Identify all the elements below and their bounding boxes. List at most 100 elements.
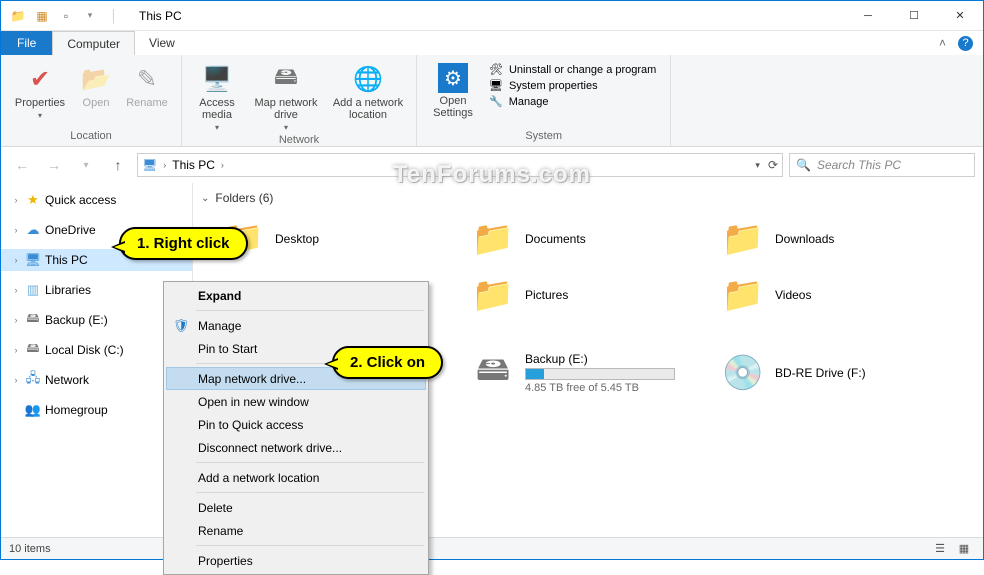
drive-icon: 🖴	[471, 351, 515, 395]
refresh-button[interactable]: ⟳	[768, 158, 778, 172]
ctx-open-new-window[interactable]: Open in new window	[166, 390, 426, 413]
access-media-button[interactable]: 🖥️ Access media ▾	[190, 59, 244, 132]
properties-button[interactable]: ✔ Properties ▾	[9, 59, 71, 120]
help-icon[interactable]: ?	[958, 36, 973, 51]
ribbon-group-location: ✔ Properties ▾ 📂 Open ✎ Rename Location	[1, 55, 182, 146]
ctx-add-network-location[interactable]: Add a network location	[166, 466, 426, 489]
add-network-location-button[interactable]: 🌐 Add a network location	[328, 59, 408, 121]
rename-button: ✎ Rename	[121, 59, 173, 109]
separator	[196, 462, 424, 463]
open-icon: 📂	[80, 63, 112, 95]
ctx-manage[interactable]: 🛡Manage	[166, 314, 426, 337]
map-network-drive-button[interactable]: 🖴 Map network drive ▾	[246, 59, 326, 132]
status-bar: 10 items ☰ ▦	[1, 537, 983, 559]
manage-button[interactable]: 🔧Manage	[489, 95, 656, 108]
title-bar: 📁 ▦ ▫ ▾ │ This PC ─ ☐ ✕	[1, 1, 983, 31]
recent-locations-button[interactable]: ▾	[73, 152, 99, 178]
drive-icon: 🖴	[25, 312, 41, 328]
search-icon: 🔍	[796, 158, 811, 172]
ribbon-group-system: ⚙ Open Settings 🛠Uninstall or change a p…	[417, 55, 671, 146]
qat-dropdown-icon[interactable]: ▾	[79, 5, 101, 27]
ribbon-tabs: File Computer View ˄ ?	[1, 31, 983, 55]
window-title: This PC	[139, 9, 182, 23]
forward-button[interactable]: →	[41, 152, 67, 178]
details-view-button[interactable]: ☰	[929, 540, 951, 558]
drive-tile-backup[interactable]: 🖴 Backup (E:) 4.85 TB free of 5.45 TB	[471, 347, 711, 399]
add-location-icon: 🌐	[352, 63, 384, 95]
address-bar[interactable]: 🖥 › This PC › ▾ ⟳	[137, 153, 783, 177]
ctx-pin-quick-access[interactable]: Pin to Quick access	[166, 413, 426, 436]
nav-quick-access[interactable]: ›★Quick access	[1, 189, 192, 211]
monitor-icon: 🖥	[25, 252, 41, 268]
folder-icon: 📁	[721, 273, 765, 317]
folder-tile-videos[interactable]: 📁Videos	[721, 269, 961, 321]
callout-click-on: 2. Click on	[332, 346, 443, 379]
separator	[196, 545, 424, 546]
chevron-right-icon[interactable]: ›	[221, 160, 224, 170]
system-properties-icon: 🖥	[489, 79, 503, 92]
disc-icon: 💿	[721, 351, 765, 395]
folder-icon: 📁	[471, 273, 515, 317]
close-button[interactable]: ✕	[937, 1, 983, 31]
callout-right-click: 1. Right click	[119, 227, 248, 260]
folder-tile-desktop[interactable]: 📁Desktop	[221, 213, 461, 265]
search-placeholder: Search This PC	[817, 158, 901, 172]
network-icon: 🖧	[25, 372, 41, 388]
qat-separator: │	[103, 5, 125, 27]
onedrive-icon: ☁	[25, 222, 41, 238]
breadcrumb-this-pc[interactable]: This PC	[172, 158, 215, 172]
open-button: 📂 Open	[73, 59, 119, 109]
uninstall-program-button[interactable]: 🛠Uninstall or change a program	[489, 63, 656, 76]
file-tab[interactable]: File	[1, 31, 52, 55]
ribbon-group-network: 🖥️ Access media ▾ 🖴 Map network drive ▾ …	[182, 55, 417, 146]
ctx-rename[interactable]: Rename	[166, 519, 426, 542]
ctx-disconnect-drive[interactable]: Disconnect network drive...	[166, 436, 426, 459]
settings-icon: ⚙	[438, 63, 468, 93]
chevron-down-icon: ⌄	[201, 193, 209, 204]
context-menu: Expand 🛡Manage Pin to Start Map network …	[163, 281, 429, 575]
folders-section-header[interactable]: ⌄ Folders (6)	[201, 191, 975, 205]
qat-new-folder-icon[interactable]: ▫	[55, 5, 77, 27]
up-button[interactable]: ↑	[105, 152, 131, 178]
drive-tile-bdre[interactable]: 💿 BD-RE Drive (F:)	[721, 347, 961, 399]
star-icon: ★	[25, 192, 41, 208]
chevron-right-icon[interactable]: ›	[163, 160, 166, 170]
folder-tile-documents[interactable]: 📁Documents	[471, 213, 711, 265]
uninstall-icon: 🛠	[489, 63, 503, 76]
capacity-bar	[525, 368, 675, 380]
maximize-button[interactable]: ☐	[891, 1, 937, 31]
folder-icon: 📁	[721, 217, 765, 261]
shield-icon: 🛡	[172, 318, 190, 334]
explorer-icon: 📁	[7, 5, 29, 27]
properties-icon: ✔	[24, 63, 56, 95]
ctx-delete[interactable]: Delete	[166, 496, 426, 519]
separator	[196, 492, 424, 493]
back-button[interactable]: ←	[9, 152, 35, 178]
view-tab[interactable]: View	[135, 31, 189, 55]
ctx-expand[interactable]: Expand	[166, 284, 426, 307]
libraries-icon: ▥	[25, 282, 41, 298]
homegroup-icon: 👥	[25, 402, 41, 418]
drive-icon: 🖴	[25, 342, 41, 358]
manage-icon: 🔧	[489, 95, 503, 108]
map-drive-icon: 🖴	[270, 63, 302, 95]
minimize-button[interactable]: ─	[845, 1, 891, 31]
tiles-view-button[interactable]: ▦	[953, 540, 975, 558]
open-settings-button[interactable]: ⚙ Open Settings	[425, 59, 481, 119]
folder-tile-downloads[interactable]: 📁Downloads	[721, 213, 961, 265]
system-properties-button[interactable]: 🖥System properties	[489, 79, 656, 92]
search-box[interactable]: 🔍 Search This PC	[789, 153, 975, 177]
status-item-count: 10 items	[9, 543, 51, 555]
rename-icon: ✎	[131, 63, 163, 95]
access-media-icon: 🖥️	[201, 63, 233, 95]
folder-tile-pictures[interactable]: 📁Pictures	[471, 269, 711, 321]
folder-icon: 📁	[471, 217, 515, 261]
this-pc-icon: 🖥	[142, 158, 157, 172]
separator	[196, 310, 424, 311]
address-dropdown-icon[interactable]: ▾	[755, 160, 760, 171]
collapse-ribbon-icon[interactable]: ˄	[939, 36, 946, 50]
ctx-properties[interactable]: Properties	[166, 549, 426, 572]
computer-tab[interactable]: Computer	[52, 31, 135, 55]
dropdown-icon: ▾	[38, 111, 42, 120]
qat-properties-icon[interactable]: ▦	[31, 5, 53, 27]
